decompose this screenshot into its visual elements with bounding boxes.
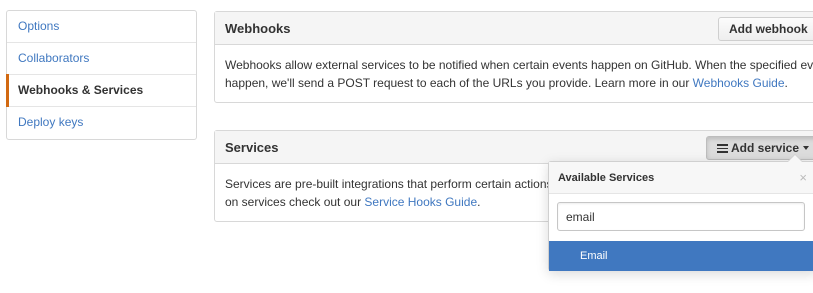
webhooks-description-line2: happen, we'll send a POST request to eac…	[225, 76, 693, 90]
webhooks-header: Webhooks Add webhook	[215, 12, 813, 45]
service-hooks-guide-link[interactable]: Service Hooks Guide	[364, 195, 477, 209]
webhooks-title: Webhooks	[225, 21, 291, 36]
webhooks-description-line2-wrap: happen, we'll send a POST request to eac…	[225, 74, 807, 92]
services-header: Services Add service	[215, 131, 813, 164]
services-description-line2: on services check out our	[225, 195, 365, 209]
sidebar-item-options[interactable]: Options	[7, 11, 196, 43]
webhooks-guide-link[interactable]: Webhooks Guide	[693, 76, 785, 90]
webhooks-description: Webhooks allow external services to be n…	[215, 45, 813, 92]
service-result-email[interactable]: Email	[549, 241, 813, 271]
webhooks-description-line1: Webhooks allow external services to be n…	[225, 58, 813, 72]
caret-down-icon	[803, 146, 810, 150]
sidebar-item-collaborators[interactable]: Collaborators	[7, 43, 196, 75]
services-title: Services	[225, 140, 279, 155]
add-service-label: Add service	[731, 141, 800, 155]
available-services-dropdown: Available Services × Email	[548, 154, 813, 271]
settings-sidebar: Options Collaborators Webhooks & Service…	[6, 10, 197, 140]
service-search-input[interactable]	[557, 202, 805, 231]
dropdown-header: Available Services ×	[549, 162, 813, 194]
sidebar-item-deploy-keys[interactable]: Deploy keys	[7, 107, 196, 139]
close-icon[interactable]: ×	[799, 170, 807, 185]
list-icon	[717, 144, 728, 153]
add-webhook-button[interactable]: Add webhook	[718, 17, 813, 41]
dropdown-title: Available Services	[558, 172, 655, 184]
services-trailing: .	[477, 195, 481, 209]
webhooks-trailing: .	[784, 76, 788, 90]
sidebar-item-webhooks-services[interactable]: Webhooks & Services	[6, 74, 196, 107]
webhooks-panel: Webhooks Add webhook Webhooks allow exte…	[214, 11, 813, 103]
